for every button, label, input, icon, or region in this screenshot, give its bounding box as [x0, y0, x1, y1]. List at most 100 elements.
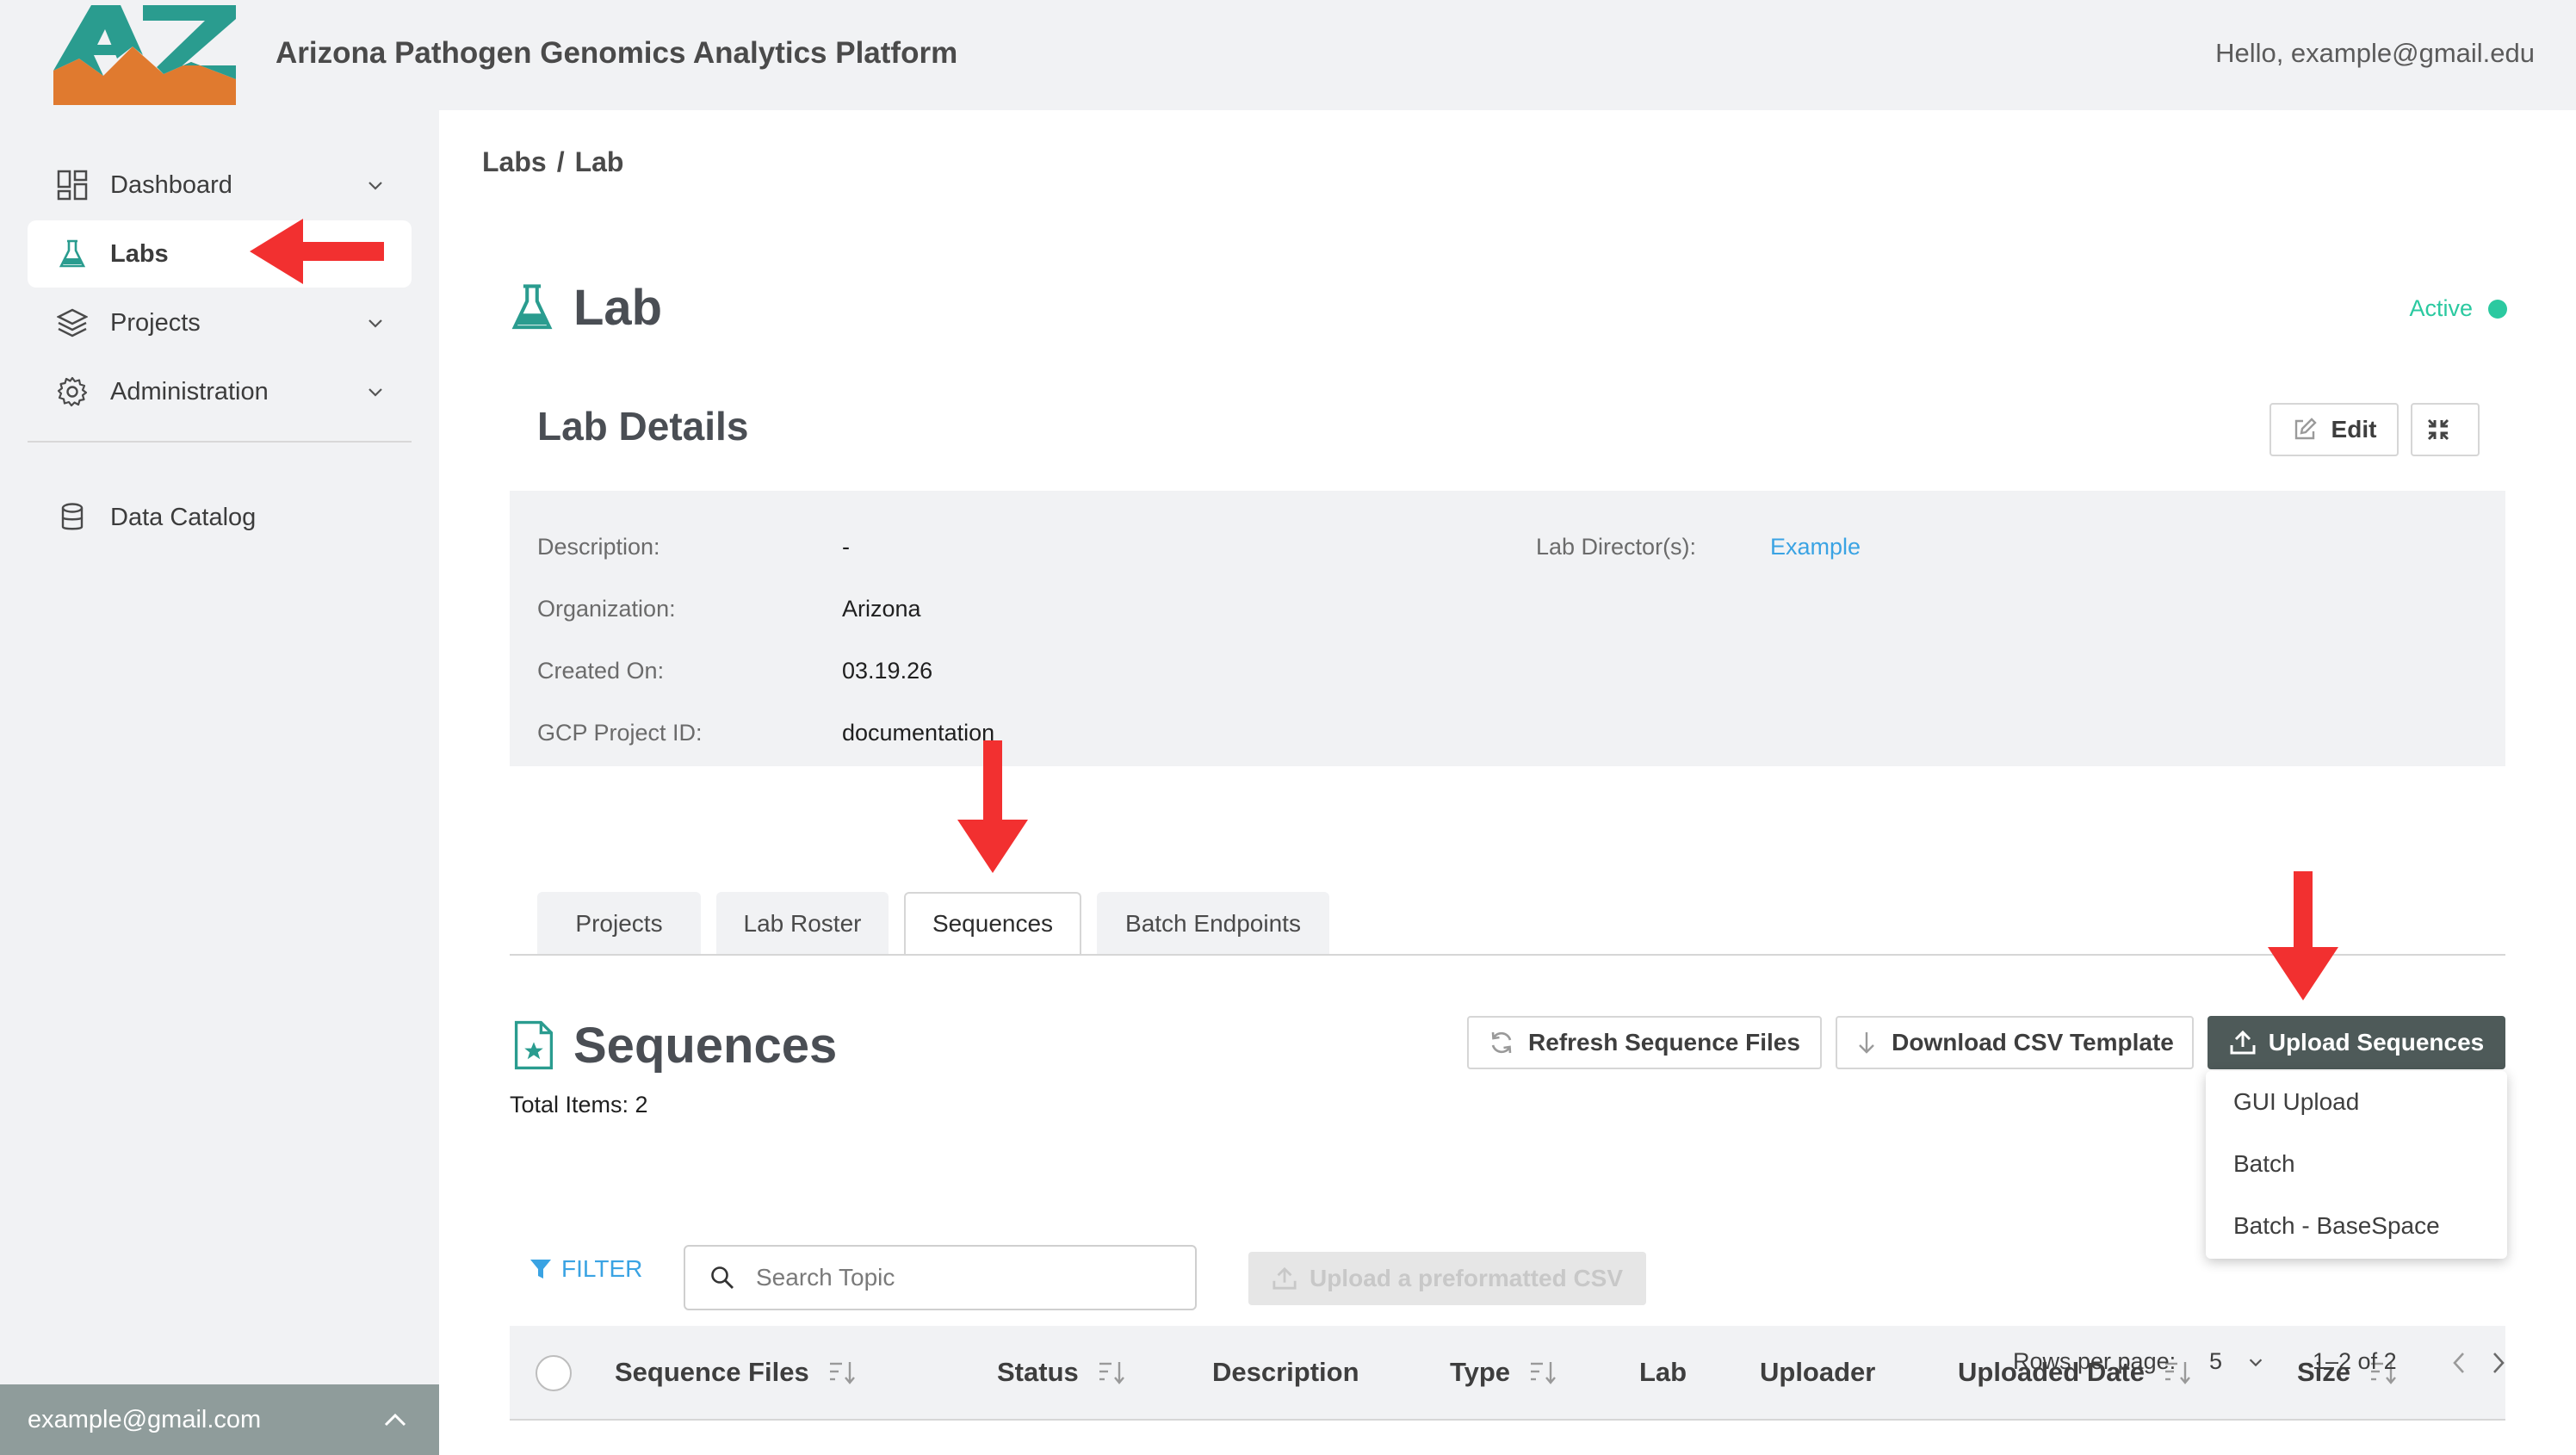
organization-value: Arizona — [842, 596, 921, 622]
tab-label: Sequences — [932, 910, 1054, 937]
column-uploader: Uploader — [1760, 1357, 1875, 1388]
column-label: Lab — [1639, 1357, 1687, 1387]
user-greeting: Hello, example@gmail.edu — [2215, 38, 2535, 68]
menu-item-batch[interactable]: Batch — [2233, 1150, 2295, 1178]
tab-lab-roster[interactable]: Lab Roster — [716, 892, 889, 956]
sidebar-item-data-catalog[interactable]: Data Catalog — [28, 484, 412, 551]
sidebar-item-dashboard[interactable]: Dashboard — [28, 152, 412, 219]
sidebar-divider — [28, 441, 412, 443]
select-all-checkbox[interactable] — [536, 1355, 572, 1391]
menu-item-batch-basespace[interactable]: Batch - BaseSpace — [2233, 1212, 2440, 1240]
gear-icon — [57, 376, 88, 407]
sort-icon[interactable] — [1529, 1359, 1558, 1385]
sidebar-item-administration[interactable]: Administration — [28, 358, 412, 425]
az-logo[interactable] — [53, 5, 236, 105]
arrow-down-icon — [1859, 1032, 1874, 1054]
column-label: Uploader — [1760, 1357, 1876, 1387]
tab-batch-endpoints[interactable]: Batch Endpoints — [1097, 892, 1329, 956]
description-label: Description: — [537, 534, 660, 560]
app-header: Arizona Pathogen Genomics Analytics Plat… — [0, 0, 2576, 110]
tab-label: Projects — [575, 910, 663, 937]
upload-sequences-menu: GUI Upload Batch Batch - BaseSpace — [2206, 1071, 2507, 1259]
lab-director-label: Lab Director(s): — [1536, 534, 1697, 560]
user-menu[interactable]: example@gmail.com — [0, 1384, 439, 1455]
status-badge: Active — [2409, 295, 2507, 322]
upload-icon — [1273, 1266, 1297, 1290]
sidebar-item-label: Data Catalog — [110, 503, 257, 531]
menu-item-gui-upload[interactable]: GUI Upload — [2233, 1088, 2359, 1116]
rows-per-page-select[interactable]: 5 — [2209, 1348, 2265, 1375]
upload-sequences-button[interactable]: Upload Sequences — [2208, 1016, 2505, 1069]
filter-label: FILTER — [561, 1255, 643, 1282]
download-csv-template-button[interactable]: Download CSV Template — [1836, 1016, 2194, 1069]
rows-per-page-value: 5 — [2209, 1348, 2223, 1374]
sequences-table-header: Sequence Files Status Description Type L… — [510, 1326, 2505, 1421]
edit-label: Edit — [2331, 416, 2377, 443]
sidebar-item-label: Labs — [110, 239, 169, 268]
dashboard-icon — [57, 170, 88, 201]
tab-projects[interactable]: Projects — [537, 892, 701, 956]
description-value: - — [842, 534, 850, 560]
chevron-left-icon[interactable] — [2449, 1350, 2469, 1376]
page-title: Lab — [573, 279, 663, 336]
breadcrumb: Labs / Lab — [482, 146, 623, 178]
document-star-icon — [514, 1020, 554, 1070]
sidebar: Dashboard Labs Projects Administration D… — [0, 110, 439, 1455]
refresh-sequence-files-button[interactable]: Refresh Sequence Files — [1467, 1016, 1822, 1069]
lab-details-panel: Description: - Organization: Arizona Cre… — [510, 491, 2505, 766]
annotation-arrow-down — [957, 740, 1028, 873]
breadcrumb-labs[interactable]: Labs — [482, 146, 547, 177]
chevron-down-icon — [368, 319, 382, 328]
created-on-value: 03.19.26 — [842, 658, 933, 684]
sort-icon[interactable] — [828, 1359, 858, 1385]
breadcrumb-separator: / — [556, 146, 565, 177]
sort-icon[interactable] — [1098, 1359, 1127, 1385]
total-items: Total Items: 2 — [510, 1092, 648, 1118]
tab-sequences[interactable]: Sequences — [904, 892, 1081, 956]
collapse-button[interactable] — [2411, 403, 2480, 456]
sidebar-item-label: Administration — [110, 377, 269, 406]
chevron-up-icon[interactable] — [382, 1409, 408, 1431]
tab-underline — [510, 954, 2505, 956]
search-icon — [711, 1266, 734, 1289]
column-label: Type — [1450, 1357, 1511, 1387]
tab-label: Lab Roster — [743, 910, 862, 937]
refresh-label: Refresh Sequence Files — [1528, 1029, 1800, 1056]
upload-label: Upload Sequences — [2268, 1029, 2485, 1056]
gcp-project-label: GCP Project ID: — [537, 720, 703, 746]
chevron-down-icon — [2249, 1358, 2263, 1366]
lab-director-link[interactable]: Example — [1770, 534, 1861, 560]
layers-icon — [57, 308, 88, 337]
lab-details-title: Lab Details — [537, 404, 749, 449]
column-sequence-files[interactable]: Sequence Files — [615, 1357, 858, 1388]
column-label: Description — [1212, 1357, 1359, 1387]
tab-label: Batch Endpoints — [1125, 910, 1301, 937]
status-dot — [2488, 299, 2507, 319]
refresh-icon — [1491, 1031, 1512, 1054]
column-status[interactable]: Status — [997, 1357, 1127, 1388]
page-header: Lab — [510, 277, 662, 337]
column-type[interactable]: Type — [1450, 1357, 1558, 1388]
sidebar-item-projects[interactable]: Projects — [28, 289, 412, 356]
sidebar-item-label: Dashboard — [110, 170, 232, 199]
database-icon — [61, 503, 84, 530]
organization-label: Organization: — [537, 596, 676, 622]
sequences-title: Sequences — [573, 1017, 838, 1074]
column-lab: Lab — [1639, 1357, 1687, 1388]
filter-button[interactable]: FILTER — [529, 1255, 642, 1283]
sequences-header: Sequences — [513, 1011, 837, 1080]
status-text: Active — [2409, 295, 2473, 321]
download-label: Download CSV Template — [1892, 1029, 2174, 1056]
chevron-down-icon — [368, 388, 382, 397]
filter-icon — [530, 1260, 551, 1279]
upload-preformatted-csv-button[interactable]: Upload a preformatted CSV — [1248, 1252, 1646, 1305]
search-input[interactable] — [756, 1264, 1169, 1291]
search-box[interactable] — [684, 1245, 1197, 1310]
chevron-right-icon[interactable] — [2488, 1350, 2509, 1376]
chevron-down-icon — [368, 182, 382, 190]
edit-icon — [2294, 418, 2317, 440]
sidebar-item-label: Projects — [110, 308, 201, 337]
annotation-arrow-left — [250, 219, 384, 284]
created-on-label: Created On: — [537, 658, 665, 684]
edit-button[interactable]: Edit — [2269, 403, 2399, 456]
